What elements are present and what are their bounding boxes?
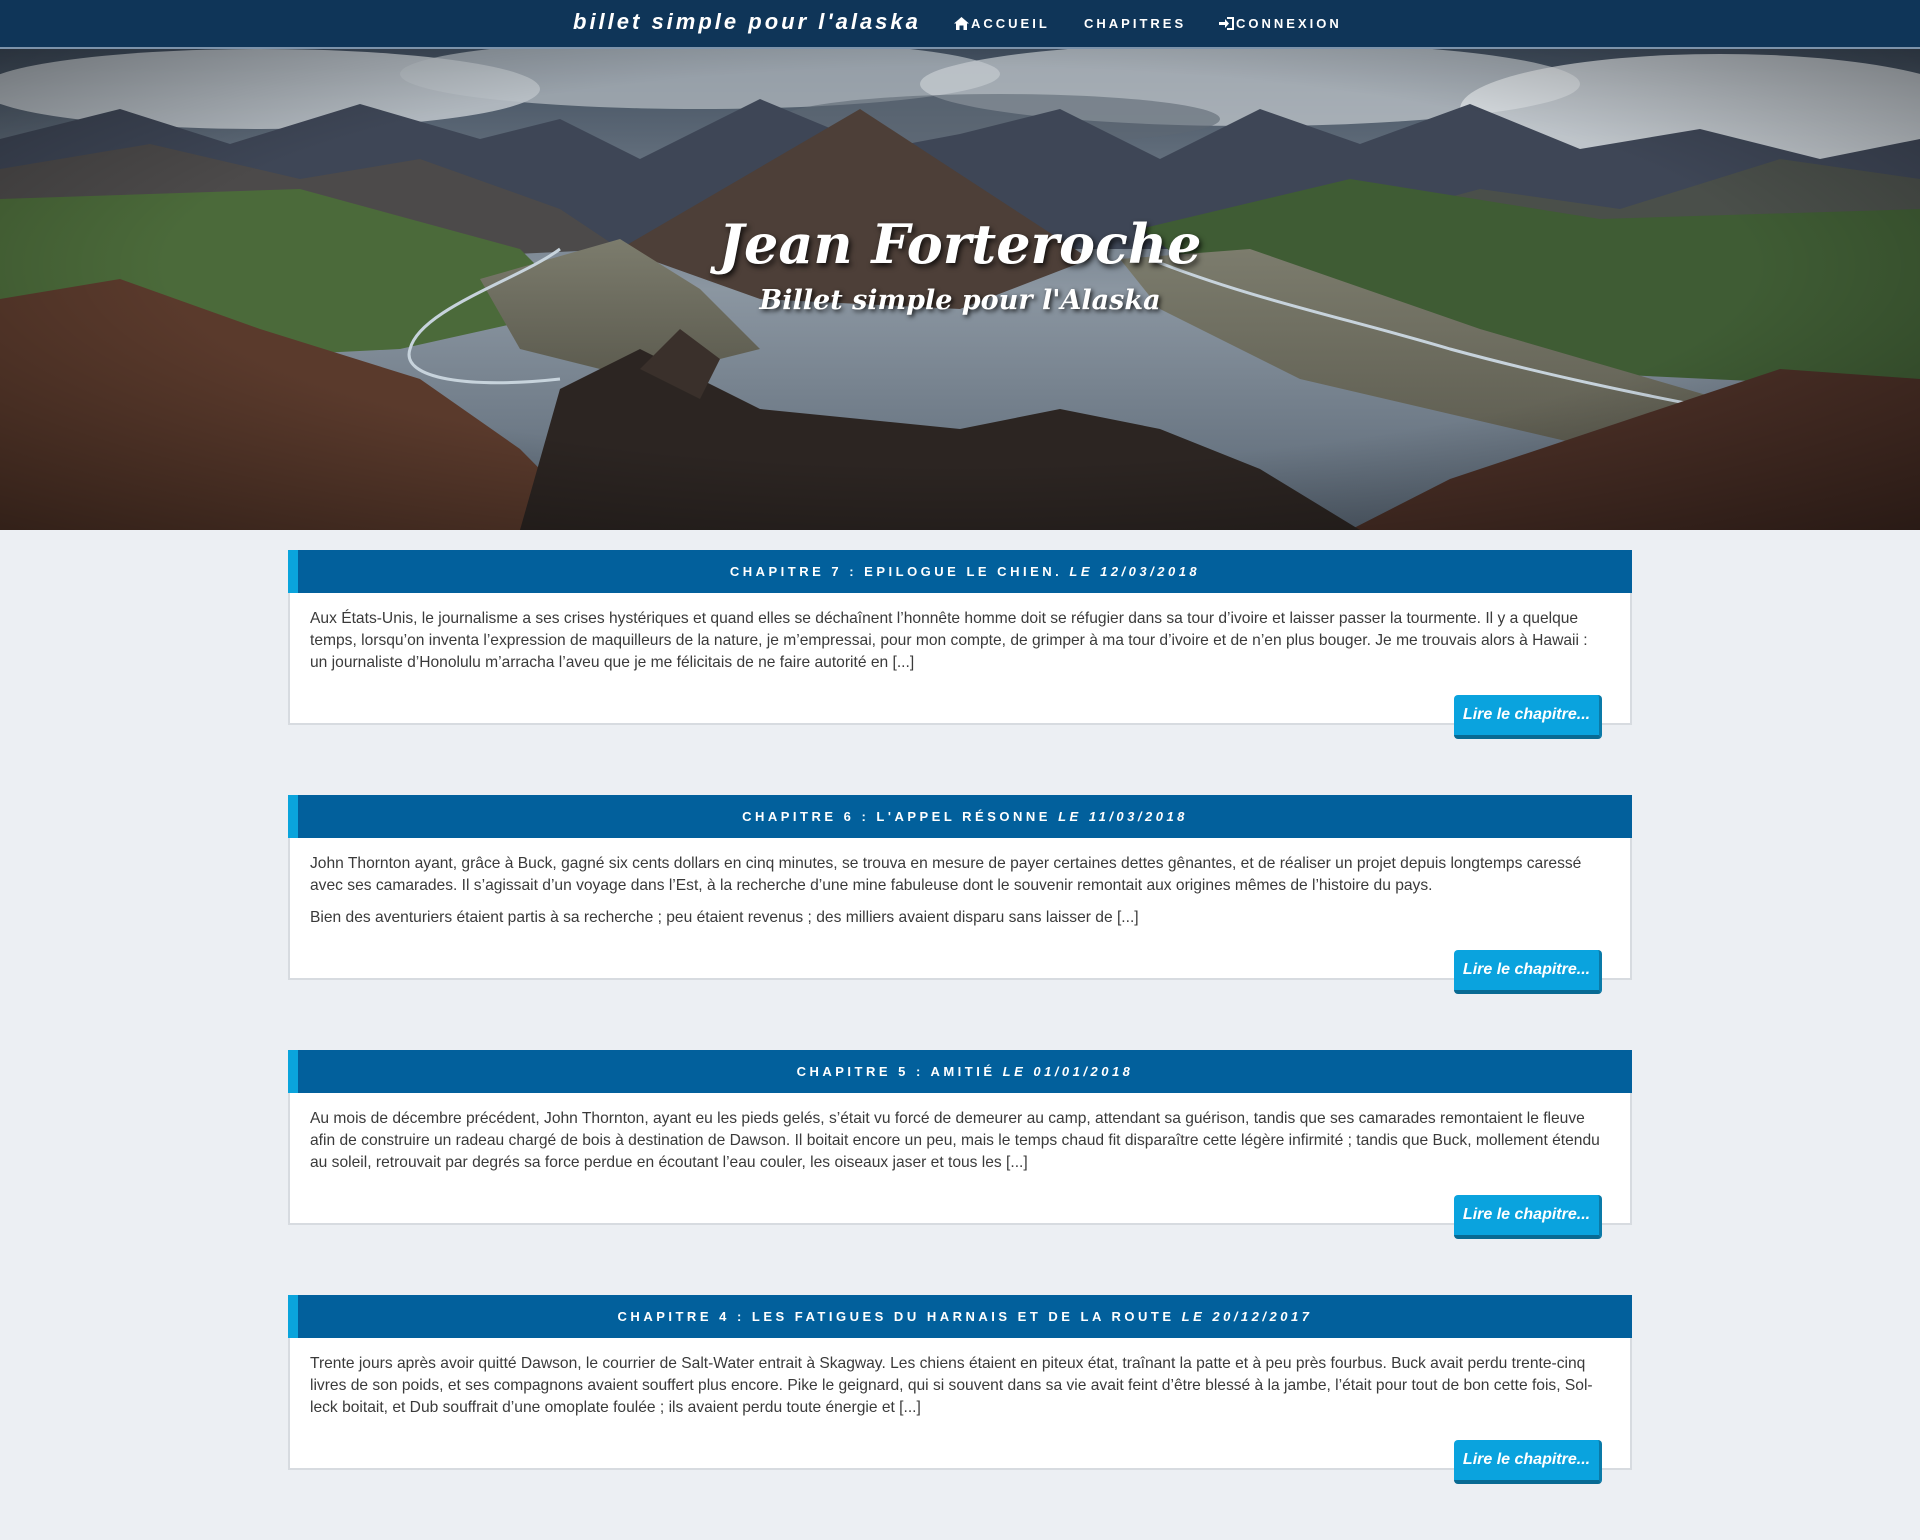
chapter-date: le 20/12/2017	[1181, 1309, 1313, 1324]
chapter-date: le 11/03/2018	[1058, 809, 1188, 824]
chapter-heading[interactable]: Chapitre 5 : Amitié le 01/01/2018	[288, 1050, 1632, 1093]
nav-item-chapitres[interactable]: Chapitres	[1084, 16, 1186, 31]
chapter-card: Chapitre 6 : L'appel résonne le 11/03/20…	[288, 795, 1632, 994]
chapter-excerpt: Au mois de décembre précédent, John Thor…	[310, 1108, 1605, 1184]
home-icon	[954, 16, 971, 31]
read-chapter-button[interactable]: Lire le chapitre...	[1454, 1195, 1602, 1239]
site-brand[interactable]: billet simple pour l'alaska	[573, 9, 921, 35]
chapter-date: le 12/03/2018	[1069, 564, 1201, 579]
read-chapter-button[interactable]: Lire le chapitre...	[1454, 695, 1602, 739]
excerpt-paragraph: Trente jours après avoir quitté Dawson, …	[310, 1355, 1593, 1416]
nav-item-connexion[interactable]: Connexion	[1219, 16, 1342, 31]
nav-item-label: Chapitres	[1084, 16, 1187, 31]
read-chapter-button[interactable]: Lire le chapitre...	[1454, 950, 1602, 994]
chapter-heading[interactable]: Chapitre 4 : Les fatigues du harnais et …	[288, 1295, 1632, 1338]
chapter-title: Chapitre 4 : Les fatigues du harnais et …	[617, 1309, 1175, 1324]
excerpt-paragraph: Au mois de décembre précédent, John Thor…	[310, 1110, 1600, 1171]
hero-subtitle: Billet simple pour l'Alaska	[759, 285, 1161, 316]
chapter-title: Chapitre 5 : Amitié	[796, 1064, 996, 1079]
chapter-excerpt: John Thornton ayant, grâce à Buck, gagné…	[310, 853, 1605, 939]
nav-item-accueil[interactable]: Accueil	[954, 16, 1050, 31]
chapter-card: Chapitre 7 : Epilogue le chien. le 12/03…	[288, 550, 1632, 739]
chapter-title: Chapitre 6 : L'appel résonne	[742, 809, 1051, 824]
chapter-card: Chapitre 5 : Amitié le 01/01/2018 Au moi…	[288, 1050, 1632, 1239]
hero-title: Jean Forteroche	[718, 212, 1202, 276]
read-chapter-button[interactable]: Lire le chapitre...	[1454, 1440, 1602, 1484]
chapter-excerpt: Aux États-Unis, le journalisme a ses cri…	[310, 608, 1605, 684]
nav-item-label: Connexion	[1236, 16, 1342, 31]
chapter-title: Chapitre 7 : Epilogue le chien.	[729, 564, 1063, 579]
excerpt-paragraph: John Thornton ayant, grâce à Buck, gagné…	[310, 855, 1582, 894]
nav-item-label: Accueil	[971, 16, 1050, 31]
chapter-heading[interactable]: Chapitre 6 : L'appel résonne le 11/03/20…	[288, 795, 1632, 838]
chapter-heading[interactable]: Chapitre 7 : Epilogue le chien. le 12/03…	[288, 550, 1632, 593]
excerpt-paragraph: Aux États-Unis, le journalisme a ses cri…	[310, 610, 1588, 671]
chapter-date: le 01/01/2018	[1002, 1064, 1134, 1079]
excerpt-paragraph: Bien des aventuriers étaient partis à sa…	[310, 909, 1139, 926]
chapter-card: Chapitre 4 : Les fatigues du harnais et …	[288, 1295, 1632, 1484]
chapter-excerpt: Trente jours après avoir quitté Dawson, …	[310, 1353, 1605, 1429]
top-navbar: billet simple pour l'alaska Accueil Chap…	[0, 0, 1920, 49]
hero-banner: Jean Forteroche Billet simple pour l'Ala…	[0, 49, 1920, 530]
sign-in-icon	[1219, 16, 1236, 31]
